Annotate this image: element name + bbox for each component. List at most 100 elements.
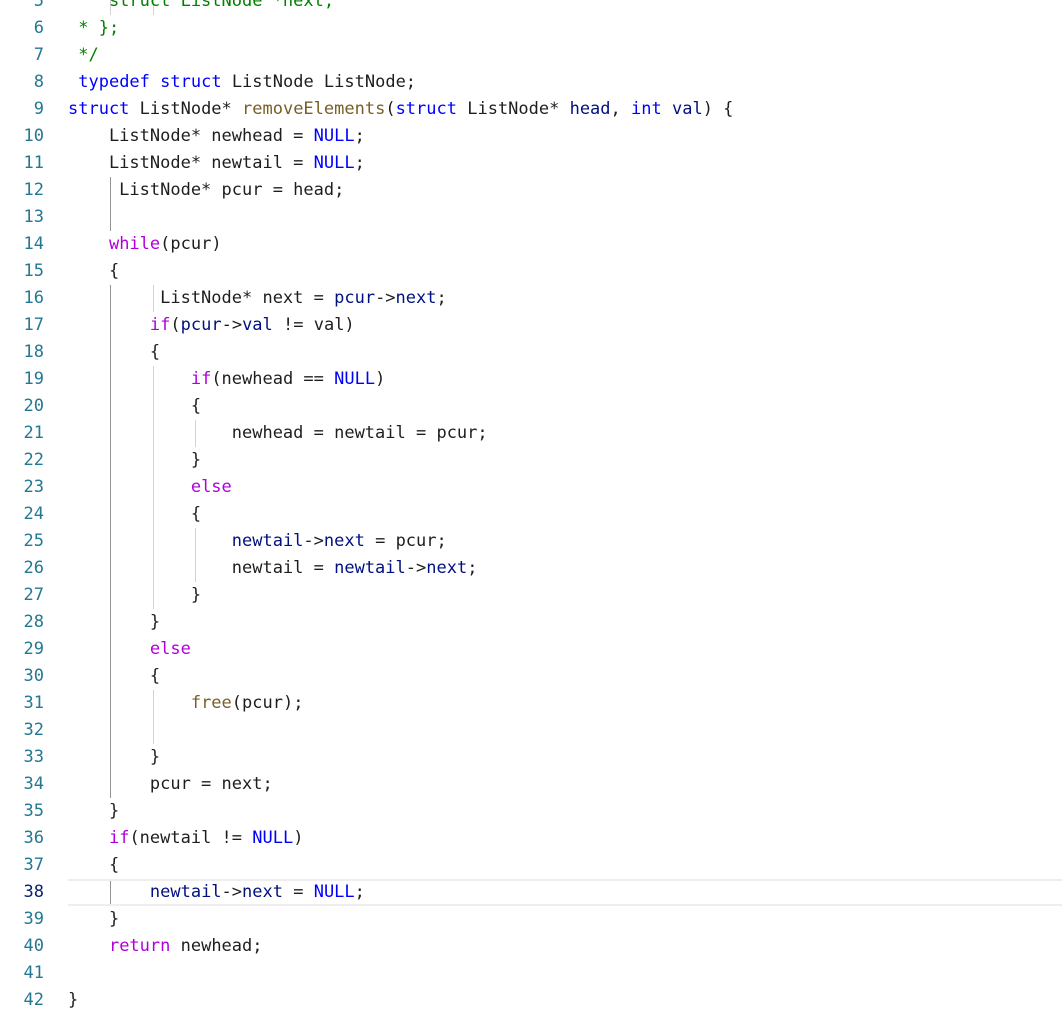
line-number: 42 <box>23 990 44 1010</box>
code-line[interactable]: 10 ListNode* newhead = NULL; <box>0 123 1062 150</box>
code-line[interactable]: 19 if(newhead == NULL) <box>0 366 1062 393</box>
line-number: 5 <box>33 0 44 11</box>
code-text[interactable]: else <box>68 474 232 501</box>
code-line[interactable]: 14 while(pcur) <box>0 231 1062 258</box>
code-line[interactable]: 30 { <box>0 663 1062 690</box>
code-token: return <box>108 936 171 956</box>
code-text[interactable]: } <box>68 744 160 771</box>
code-token: while <box>108 234 161 254</box>
code-token: newtail = <box>68 558 335 578</box>
code-line[interactable]: 13 <box>0 204 1062 231</box>
code-line[interactable]: 39 } <box>0 906 1062 933</box>
code-token: { <box>68 342 161 362</box>
code-line[interactable]: 38 newtail->next = NULL; <box>0 879 1062 906</box>
code-text[interactable]: if(newtail != NULL) <box>68 825 304 852</box>
code-line[interactable]: 27 } <box>0 582 1062 609</box>
code-line[interactable]: 35 } <box>0 798 1062 825</box>
code-token: { <box>68 855 120 875</box>
code-line[interactable]: 22 } <box>0 447 1062 474</box>
code-line[interactable]: 41 <box>0 960 1062 987</box>
code-line[interactable]: 26 newtail = newtail->next; <box>0 555 1062 582</box>
code-text[interactable]: struct ListNode* removeElements(struct L… <box>68 96 733 123</box>
code-line[interactable]: 9 struct ListNode* removeElements(struct … <box>0 96 1062 123</box>
code-text[interactable]: { <box>68 339 160 366</box>
code-text[interactable]: newtail->next = NULL; <box>68 879 365 906</box>
code-line[interactable]: 11 ListNode* newtail = NULL; <box>0 150 1062 177</box>
code-line[interactable]: 28 } <box>0 609 1062 636</box>
code-text[interactable]: pcur = next; <box>68 771 273 798</box>
code-line[interactable]: 23 else <box>0 474 1062 501</box>
line-number: 40 <box>23 936 44 956</box>
code-text[interactable]: } <box>68 906 119 933</box>
code-text[interactable]: */ <box>68 42 98 69</box>
code-line[interactable]: 36 if(newtail != NULL) <box>0 825 1062 852</box>
code-text[interactable]: ListNode* newtail = NULL; <box>68 150 365 177</box>
line-number: 17 <box>23 315 44 335</box>
code-text[interactable]: } <box>68 798 119 825</box>
code-text[interactable]: else <box>68 636 191 663</box>
code-text[interactable]: ListNode* newhead = NULL; <box>68 123 365 150</box>
code-line[interactable]: 32 <box>0 717 1062 744</box>
code-token: ) <box>293 828 304 848</box>
code-line[interactable]: 5 struct ListNode *next; <box>0 0 1062 15</box>
code-text[interactable]: { <box>68 663 160 690</box>
code-text[interactable]: ListNode* next = pcur->next; <box>68 285 447 312</box>
code-token: ; <box>354 153 365 173</box>
code-line[interactable]: 29 else <box>0 636 1062 663</box>
code-text[interactable]: { <box>68 393 201 420</box>
code-line[interactable]: 33 } <box>0 744 1062 771</box>
code-text[interactable]: ListNode* pcur = head; <box>68 177 344 204</box>
code-line[interactable]: 31 free(pcur); <box>0 690 1062 717</box>
code-text[interactable]: return newhead; <box>68 933 263 960</box>
code-line[interactable]: 37 { <box>0 852 1062 879</box>
code-text[interactable]: if(newhead == NULL) <box>68 366 386 393</box>
code-line[interactable]: 17 if(pcur->val != val) <box>0 312 1062 339</box>
code-line[interactable]: 18 { <box>0 339 1062 366</box>
code-line[interactable]: 24 { <box>0 501 1062 528</box>
code-token: ) { <box>702 99 734 119</box>
code-token: -> <box>221 315 243 335</box>
code-text[interactable]: * }; <box>68 15 119 42</box>
code-token: != val) <box>272 315 355 335</box>
code-line[interactable]: 8 typedef struct ListNode ListNode; <box>0 69 1062 96</box>
code-line[interactable]: 25 newtail->next = pcur; <box>0 528 1062 555</box>
code-text[interactable]: free(pcur); <box>68 690 304 717</box>
code-line[interactable]: 7 */ <box>0 42 1062 69</box>
code-text[interactable]: { <box>68 258 119 285</box>
code-line[interactable]: 20 { <box>0 393 1062 420</box>
code-token: ListNode* next = <box>68 288 335 308</box>
code-text[interactable]: } <box>68 447 201 474</box>
code-token: next <box>395 288 437 308</box>
code-token: { <box>68 504 202 524</box>
code-text[interactable]: } <box>68 987 78 1014</box>
code-token: struct <box>395 99 457 119</box>
code-text[interactable]: newtail->next = pcur; <box>68 528 447 555</box>
code-text[interactable]: struct ListNode *next; <box>68 0 334 15</box>
code-text[interactable]: { <box>68 501 201 528</box>
code-text[interactable]: if(pcur->val != val) <box>68 312 355 339</box>
code-line[interactable]: 21 newhead = newtail = pcur; <box>0 420 1062 447</box>
code-line[interactable]: 34 pcur = next; <box>0 771 1062 798</box>
code-token: ; <box>354 126 365 146</box>
code-line[interactable]: 12 ListNode* pcur = head; <box>0 177 1062 204</box>
code-editor[interactable]: 5 struct ListNode *next; 6 * }; 7 */8 type… <box>0 0 1062 1031</box>
code-line[interactable]: 6 * }; <box>0 15 1062 42</box>
code-line[interactable]: 15 { <box>0 258 1062 285</box>
code-token: { <box>68 666 161 686</box>
line-number: 7 <box>33 45 44 65</box>
code-line[interactable]: 16 ListNode* next = pcur->next; <box>0 285 1062 312</box>
code-text[interactable]: newhead = newtail = pcur; <box>68 420 488 447</box>
code-text[interactable]: while(pcur) <box>68 231 222 258</box>
code-text[interactable]: } <box>68 609 160 636</box>
code-token: if <box>108 828 130 848</box>
code-line[interactable]: 40 return newhead; <box>0 933 1062 960</box>
code-text[interactable]: } <box>68 582 201 609</box>
code-lines[interactable]: 5 struct ListNode *next; 6 * }; 7 */8 type… <box>0 0 1062 1014</box>
code-text[interactable]: { <box>68 852 119 879</box>
code-text[interactable]: newtail = newtail->next; <box>68 555 478 582</box>
code-line[interactable]: 42} <box>0 987 1062 1014</box>
code-text[interactable]: typedef struct ListNode ListNode; <box>68 69 416 96</box>
